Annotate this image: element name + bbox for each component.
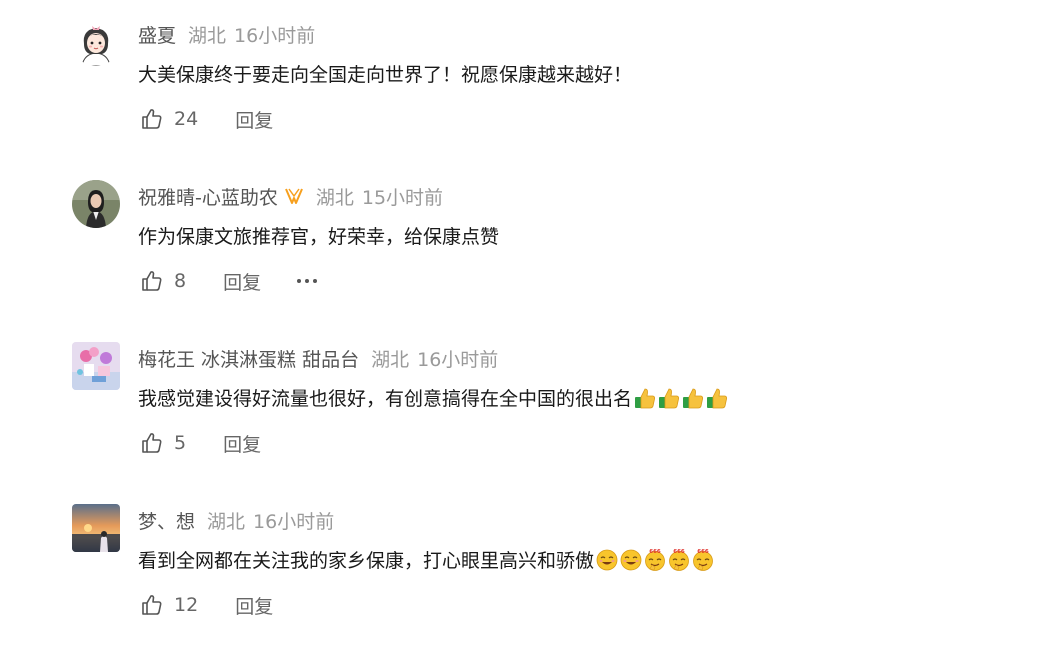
comment-meta: 盛夏 湖北 16小时前	[138, 20, 315, 48]
comment-actions: 5 回复	[140, 428, 261, 458]
comment-text: 看到全网都在关注我的家乡保康，打心眼里高兴和骄傲 666 666 666	[138, 546, 715, 573]
like-button[interactable]: 12	[140, 593, 198, 617]
laugh-face-icon	[595, 548, 619, 572]
timestamp: 16小时前	[253, 510, 335, 533]
location: 湖北	[188, 24, 227, 47]
comment-text-body: 大美保康终于要走向全国走向世界了！祝愿保康越来越好！	[138, 64, 633, 86]
666-face-icon: 666	[643, 548, 667, 572]
username[interactable]: 盛夏	[138, 21, 176, 48]
like-button[interactable]: 24	[140, 107, 198, 131]
username[interactable]: 梦、想	[138, 507, 195, 534]
comment-item: 盛夏 湖北 16小时前 大美保康终于要走向全国走向世界了！祝愿保康越来越好！ 2…	[0, 18, 1048, 178]
timestamp: 16小时前	[417, 348, 499, 371]
thumbs-up-icon	[681, 386, 705, 410]
comment-meta: 梦、想 湖北 16小时前	[138, 506, 334, 534]
avatar[interactable]	[72, 180, 120, 228]
comment-text-body: 我感觉建设得好流量也很好，有创意搞得在全中国的很出名	[138, 388, 633, 410]
more-dot	[297, 279, 302, 283]
thumbs-up-icon	[657, 386, 681, 410]
comment-meta: 祝雅晴-心蓝助农 湖北 15小时前	[138, 182, 443, 210]
vip-badge-icon	[284, 187, 304, 205]
location: 湖北	[207, 510, 246, 533]
666-face-icon: 666	[667, 548, 691, 572]
avatar[interactable]	[72, 504, 120, 552]
thumbs-up-outline-icon	[140, 431, 164, 455]
comment-actions: 8 回复	[140, 266, 318, 296]
reply-button[interactable]: 回复	[223, 430, 261, 457]
svg-text:666: 666	[649, 549, 661, 555]
thumbs-up-icon	[705, 386, 729, 410]
comment-item: 梅花王 冰淇淋蛋糕 甜品台 湖北 16小时前 我感觉建设得好流量也很好，有创意搞…	[0, 342, 1048, 502]
comment-text: 我感觉建设得好流量也很好，有创意搞得在全中国的很出名	[138, 384, 729, 411]
svg-text:666: 666	[697, 549, 709, 555]
like-count: 24	[174, 108, 199, 130]
comment-text-body: 看到全网都在关注我的家乡保康，打心眼里高兴和骄傲	[138, 550, 595, 572]
like-count: 12	[174, 594, 199, 616]
svg-text:666: 666	[673, 549, 685, 555]
reply-button[interactable]: 回复	[235, 592, 273, 619]
thumbs-up-icon	[633, 386, 657, 410]
reply-button[interactable]: 回复	[223, 268, 261, 295]
more-dot	[313, 279, 318, 283]
emoji-group	[633, 386, 729, 410]
username[interactable]: 祝雅晴-心蓝助农	[138, 183, 278, 210]
timestamp: 15小时前	[361, 186, 444, 209]
comment-actions: 24 回复	[140, 104, 273, 134]
comment-text: 大美保康终于要走向全国走向世界了！祝愿保康越来越好！	[138, 60, 632, 87]
comment-actions: 12 回复	[140, 590, 273, 620]
like-button[interactable]: 8	[140, 269, 186, 293]
comment-text: 作为保康文旅推荐官，好荣幸，给保康点赞	[138, 222, 499, 249]
like-count: 8	[174, 270, 187, 292]
reply-button[interactable]: 回复	[235, 106, 273, 133]
location: 湖北	[315, 186, 354, 209]
thumbs-up-outline-icon	[140, 107, 164, 131]
like-count: 5	[174, 432, 187, 454]
comment-item: 祝雅晴-心蓝助农 湖北 15小时前 作为保康文旅推荐官，好荣幸，给保康点赞 8 …	[0, 180, 1048, 340]
location: 湖北	[371, 348, 410, 371]
like-button[interactable]: 5	[140, 431, 186, 455]
comment-item: 梦、想 湖北 16小时前 看到全网都在关注我的家乡保康，打心眼里高兴和骄傲 66…	[0, 504, 1048, 664]
username[interactable]: 梅花王 冰淇淋蛋糕 甜品台	[138, 345, 359, 372]
thumbs-up-outline-icon	[140, 269, 164, 293]
thumbs-up-outline-icon	[140, 593, 164, 617]
comment-text-body: 作为保康文旅推荐官，好荣幸，给保康点赞	[138, 226, 500, 248]
laugh-face-icon	[619, 548, 643, 572]
comment-meta: 梅花王 冰淇淋蛋糕 甜品台 湖北 16小时前	[138, 344, 498, 372]
avatar[interactable]	[72, 342, 120, 390]
more-icon[interactable]	[297, 279, 318, 283]
avatar[interactable]	[72, 18, 120, 66]
emoji-group: 666 666 666	[595, 548, 715, 572]
666-face-icon: 666	[691, 548, 715, 572]
timestamp: 16小时前	[234, 24, 316, 47]
more-dot	[305, 279, 310, 283]
